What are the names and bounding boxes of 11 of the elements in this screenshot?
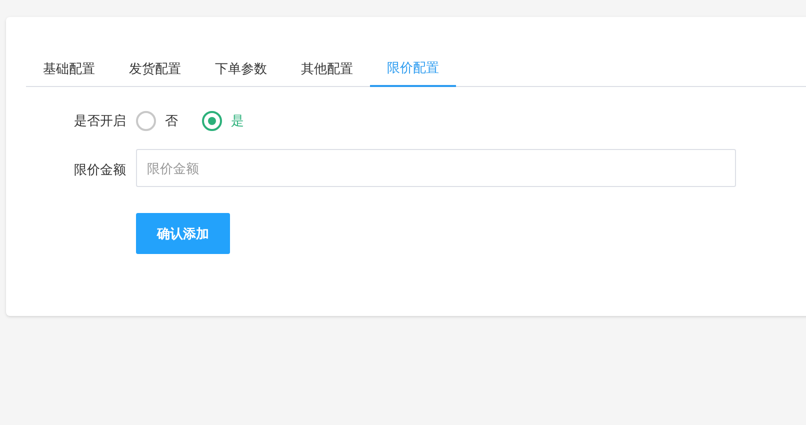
tab[interactable]: 下单参数 [198,50,284,87]
radio-button[interactable] [202,111,222,131]
radio-label: 否 [165,112,178,130]
tab[interactable]: 基础配置 [26,50,112,87]
field-label: 限价金额 [73,161,127,180]
radio-label: 是 [231,112,244,130]
radio-button[interactable] [136,111,156,131]
tab[interactable]: 其他配置 [284,50,370,87]
field-label: 是否开启 [73,112,127,130]
input-field[interactable]: 限价金额 [136,149,736,187]
tab[interactable]: 发货配置 [112,50,198,87]
